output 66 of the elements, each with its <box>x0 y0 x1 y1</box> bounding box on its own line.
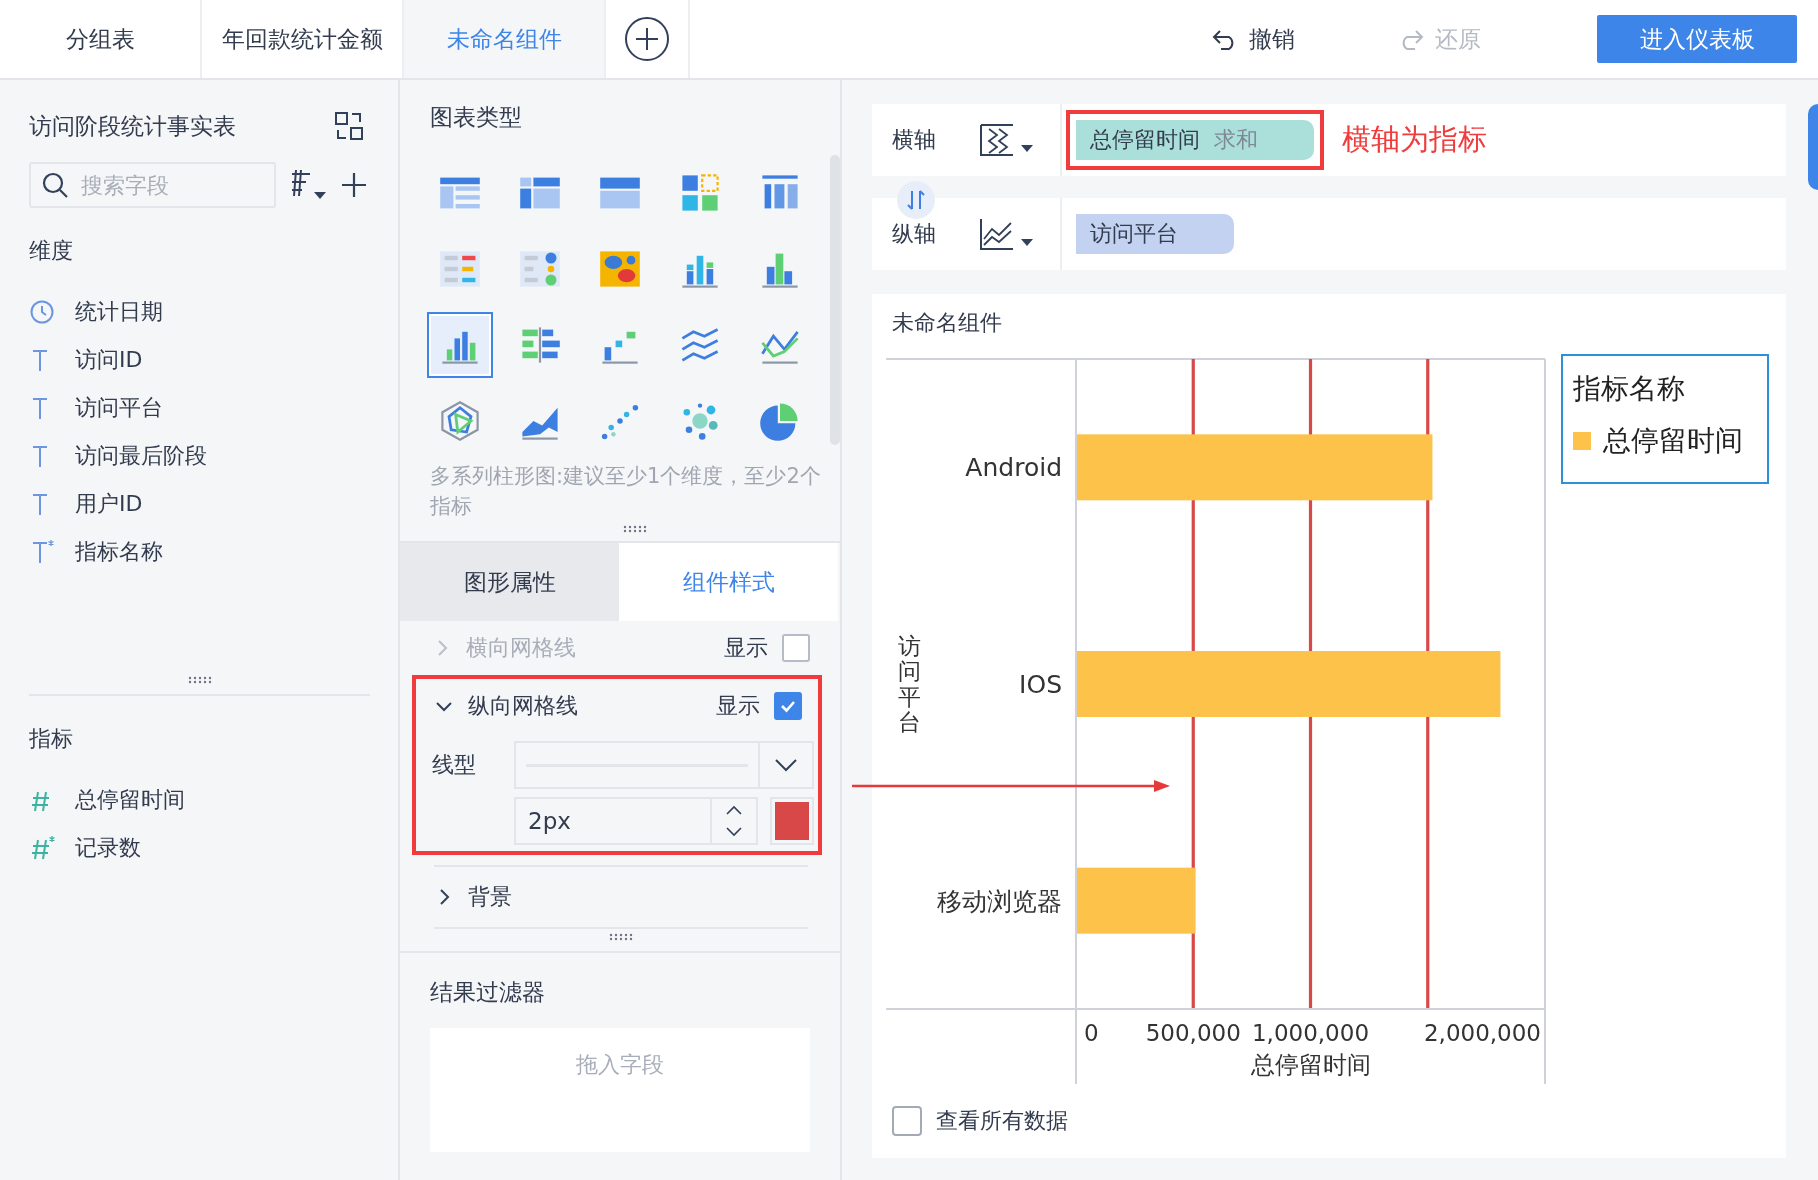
chart-title: 未命名组件 <box>891 309 1003 337</box>
resize-handle-icon[interactable] <box>623 525 647 533</box>
caret-icon[interactable] <box>1021 145 1033 153</box>
panel-title: 结果过滤器 <box>430 978 546 1007</box>
chevron-down-icon <box>774 758 798 772</box>
dimension-field[interactable]: 用户ID <box>29 480 370 528</box>
panel-title: 图表类型 <box>430 103 523 132</box>
legend-label: 总停留时间 <box>1603 423 1743 459</box>
collapse-tab[interactable] <box>1808 104 1818 190</box>
dimension-field[interactable]: 访问平台 <box>29 384 370 432</box>
section-label[interactable]: 纵向网格线 <box>468 691 702 721</box>
category-label: Android <box>965 453 1062 483</box>
add-tab-icon[interactable] <box>624 16 670 62</box>
checkbox[interactable] <box>774 692 802 720</box>
line-width-input[interactable]: 2px <box>514 797 758 845</box>
dimension-field[interactable]: 访问最后阶段 <box>29 432 370 480</box>
measure-field[interactable]: 总停留时间 <box>29 776 370 824</box>
settings-tab[interactable]: 组件样式 <box>619 543 838 621</box>
spinner-icon[interactable] <box>725 803 743 839</box>
section-title: 指标 <box>29 725 74 753</box>
axis-label: 纵轴 <box>891 220 937 248</box>
axis-title: 访问平台 <box>898 634 921 736</box>
legend-title: 指标名称 <box>1573 371 1686 407</box>
clock-icon <box>29 299 55 325</box>
dimension-field[interactable]: 访问ID <box>29 336 370 384</box>
toggle-label: 显示 <box>724 634 768 662</box>
bar-chart-icon[interactable] <box>427 312 493 378</box>
checkbox-label: 查看所有数据 <box>936 1107 1068 1135</box>
field-pill[interactable]: 总停留时间 求和 <box>1076 120 1314 160</box>
dashboard-button[interactable]: 进入仪表板 <box>1597 15 1797 63</box>
chart-type-hint: 多系列柱形图:建议至少1个维度，至少2个指标 <box>430 463 822 520</box>
measure-field[interactable]: 记录数 <box>29 824 370 872</box>
resize-handle-icon[interactable] <box>609 933 633 941</box>
swap-axes-icon[interactable] <box>896 180 936 220</box>
axis-type-icon[interactable] <box>979 217 1015 251</box>
hash-calc-icon <box>29 835 55 861</box>
tick-label: 1,000,000 <box>1251 1020 1370 1046</box>
toggle-label: 显示 <box>716 692 760 720</box>
undo-button[interactable]: 撤销 <box>1205 15 1301 63</box>
caret-icon[interactable] <box>1021 239 1033 247</box>
axis-type-icon[interactable] <box>979 123 1015 157</box>
tick-label: 2,000,000 <box>1423 1020 1541 1046</box>
checkbox[interactable] <box>782 634 810 662</box>
annotation-text: 横轴为指标 <box>1342 121 1487 158</box>
checkbox[interactable] <box>892 1106 922 1136</box>
category-label: IOS <box>1019 670 1062 699</box>
switch-table-icon[interactable] <box>334 111 364 141</box>
color-picker[interactable] <box>770 797 814 845</box>
tick-label: 500,000 <box>1145 1020 1241 1046</box>
settings-tab[interactable]: 图形属性 <box>400 543 619 621</box>
search-field[interactable]: 搜索字段 <box>79 171 253 199</box>
field-label: 线型 <box>432 751 477 779</box>
section-label[interactable]: 背景 <box>468 882 792 912</box>
tick-label: 0 <box>1084 1020 1099 1046</box>
table-name: 访问阶段统计事实表 <box>29 111 236 141</box>
search-box[interactable]: 搜索字段 <box>29 162 276 208</box>
axis-title: 总停留时间 <box>1250 1051 1371 1079</box>
dimension-field[interactable]: 指标名称 <box>29 528 370 576</box>
axis-label: 横轴 <box>891 126 937 154</box>
section-title: 维度 <box>29 237 74 265</box>
dimension-field[interactable]: 统计日期 <box>29 288 370 336</box>
search-icon <box>41 171 69 199</box>
field-pill[interactable]: 访问平台 <box>1076 214 1234 254</box>
resize-handle-icon[interactable] <box>187 676 212 684</box>
add-icon[interactable] <box>340 171 368 199</box>
category-label: 移动浏览器 <box>937 886 1062 916</box>
